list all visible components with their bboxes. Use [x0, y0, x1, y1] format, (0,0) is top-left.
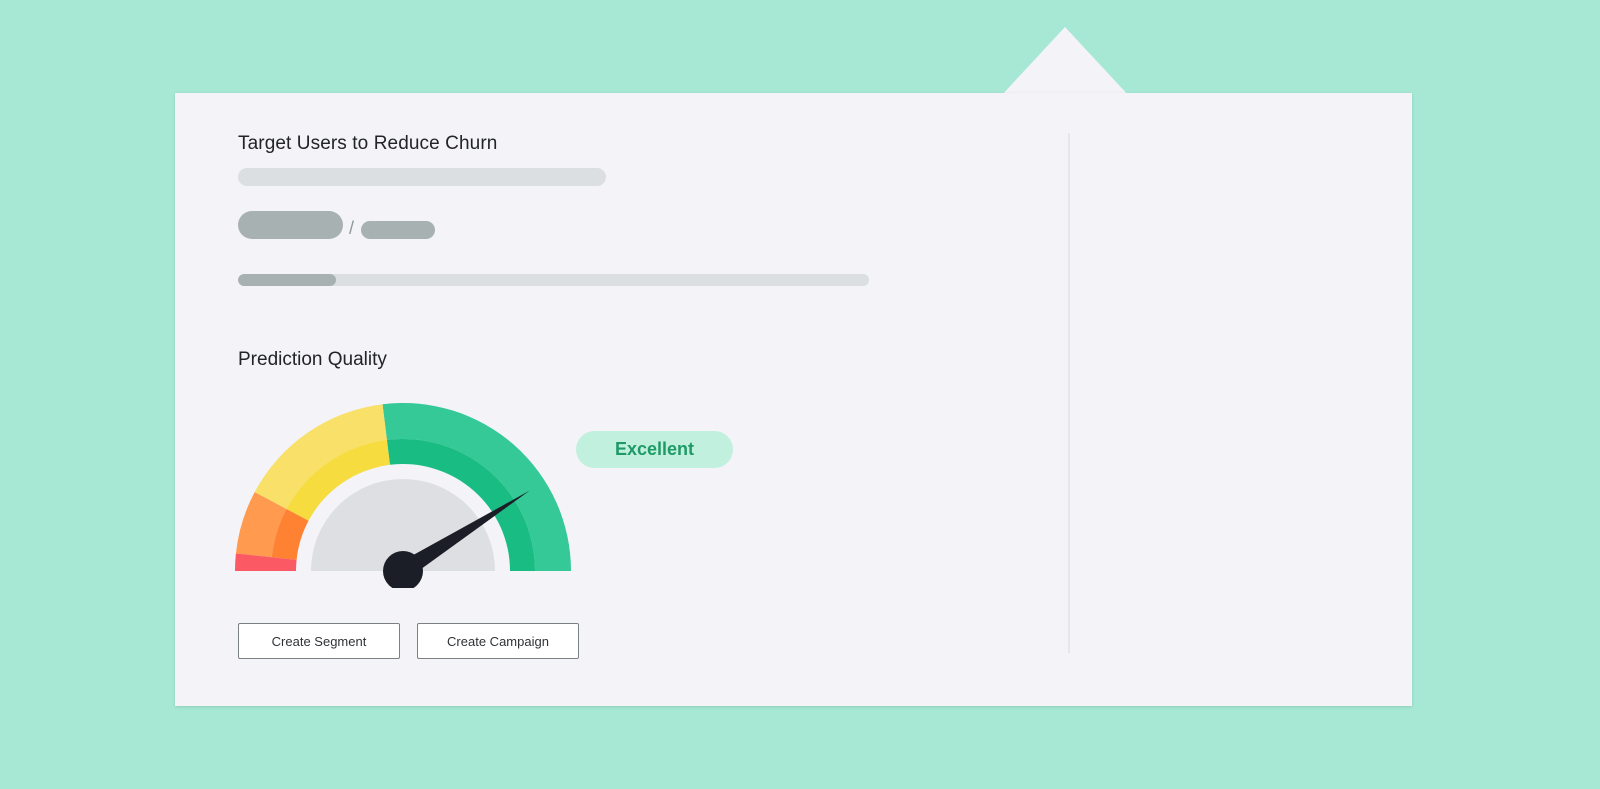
create-campaign-button[interactable]: Create Campaign [417, 623, 579, 659]
total-count-placeholder [361, 221, 435, 239]
card-title: Target Users to Reduce Churn [238, 133, 498, 154]
description-placeholder [238, 168, 606, 186]
audience-progress-fill [238, 274, 336, 286]
prediction-quality-title: Prediction Quality [238, 349, 387, 370]
quality-rating-badge: Excellent [576, 431, 733, 468]
create-segment-button[interactable]: Create Segment [238, 623, 400, 659]
prediction-quality-gauge [235, 403, 575, 588]
count-separator: / [349, 218, 355, 238]
column-divider [1068, 133, 1070, 653]
user-count-placeholder [238, 211, 343, 239]
prediction-card: Target Users to Reduce Churn / Predictio… [175, 93, 1412, 706]
popover-pointer [1000, 27, 1130, 97]
audience-progress-bar [238, 274, 869, 286]
